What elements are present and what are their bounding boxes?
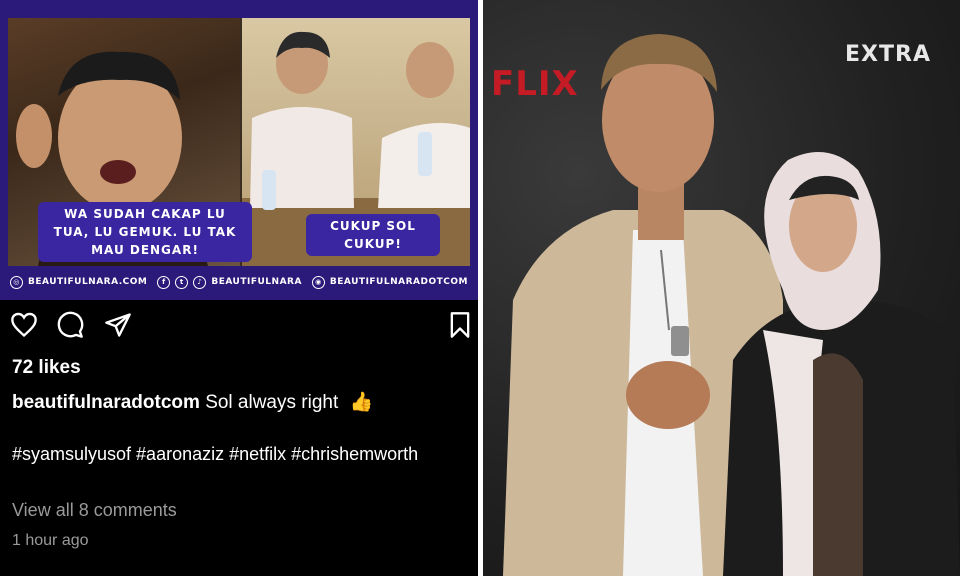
footer-handle-label: BEAUTIFULNARA xyxy=(211,277,302,287)
couple-portrait xyxy=(503,34,960,576)
post-caption: beautifulnaradotcom Sol always right 👍 xyxy=(12,390,373,414)
footer-website: ◎ BEAUTIFULNARA.COM xyxy=(10,275,148,289)
event-photo: FLIX EXTRA xyxy=(483,0,960,576)
caption-overlay-right: CUKUP SOL CUKUP! xyxy=(306,214,440,256)
twitter-icon: t xyxy=(175,275,189,289)
instagram-post: WA SUDAH CAKAP LU TUA, LU GEMUK. LU TAK … xyxy=(0,0,478,576)
facebook-icon: f xyxy=(157,275,171,289)
post-image-collage: WA SUDAH CAKAP LU TUA, LU GEMUK. LU TAK … xyxy=(8,18,470,266)
comment-icon[interactable] xyxy=(56,311,84,339)
hashtags[interactable]: #syamsulyusof #aaronaziz #netfilx #chris… xyxy=(12,442,452,467)
post-timestamp: 1 hour ago xyxy=(12,532,89,549)
share-icon[interactable] xyxy=(104,311,132,339)
footer-social: f t ♪ BEAUTIFULNARA xyxy=(157,275,302,289)
caption-overlay-left: WA SUDAH CAKAP LU TUA, LU GEMUK. LU TAK … xyxy=(38,202,252,262)
post-action-bar xyxy=(10,311,476,341)
post-image[interactable]: WA SUDAH CAKAP LU TUA, LU GEMUK. LU TAK … xyxy=(0,0,478,300)
heart-icon[interactable] xyxy=(10,311,38,339)
caption-username[interactable]: beautifulnaradotcom xyxy=(12,392,200,413)
thumbs-up-icon: 👍 xyxy=(349,392,374,413)
tiktok-icon: ♪ xyxy=(193,275,207,289)
bookmark-icon[interactable] xyxy=(446,311,474,339)
caption-text: Sol always right xyxy=(205,392,339,413)
image-footer-bar: ◎ BEAUTIFULNARA.COM f t ♪ BEAUTIFULNARA … xyxy=(0,268,478,296)
footer-website-label: BEAUTIFULNARA.COM xyxy=(28,277,148,287)
likes-count[interactable]: 72 likes xyxy=(12,357,81,379)
globe-icon: ◎ xyxy=(10,275,23,289)
footer-instagram: ◉ BEAUTIFULNARADOTCOM xyxy=(311,275,468,289)
instagram-icon: ◉ xyxy=(311,275,325,289)
footer-instagram-label: BEAUTIFULNARADOTCOM xyxy=(329,277,468,287)
view-comments-link[interactable]: View all 8 comments xyxy=(12,500,177,521)
